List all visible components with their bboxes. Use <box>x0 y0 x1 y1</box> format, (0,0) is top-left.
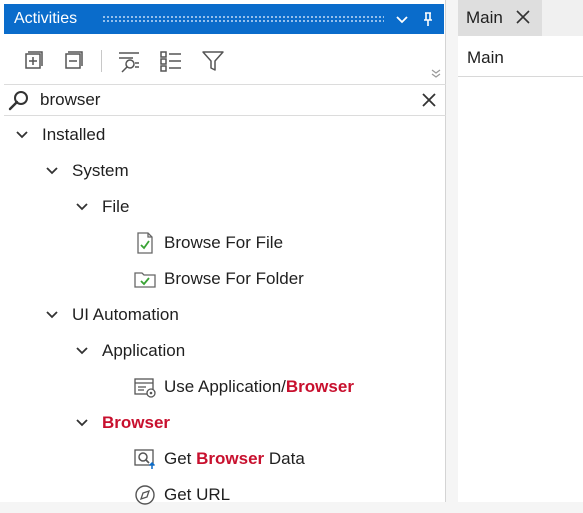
activity-get-url[interactable]: Get URL <box>134 477 230 513</box>
panel-title: Activities <box>14 10 78 27</box>
double-chevron-down-icon[interactable] <box>431 66 441 78</box>
application-window-icon <box>134 378 156 398</box>
search-input[interactable] <box>40 88 410 112</box>
activity-search-bar <box>4 84 446 116</box>
search-icon <box>8 90 30 112</box>
designer-panel: Main Main <box>458 0 583 502</box>
tree-node-installed[interactable]: Installed <box>16 117 105 153</box>
tree-node-label: File <box>102 197 130 216</box>
activities-panel: Activities browser Installed System File… <box>0 0 446 505</box>
file-check-icon <box>137 232 153 254</box>
chevron-down-icon[interactable] <box>394 11 410 27</box>
close-icon[interactable] <box>515 9 531 25</box>
activities-title-bar: Activities <box>4 4 444 34</box>
close-icon[interactable] <box>420 91 438 109</box>
tree-node-label: UI Automation <box>72 305 179 324</box>
activity-label-suffix: Data <box>268 449 305 468</box>
activity-label: Get <box>164 449 192 468</box>
show-favorites-icon[interactable] <box>116 48 142 74</box>
search-match-highlight: Browser <box>196 449 265 468</box>
activity-label: Use Application/ <box>164 377 286 396</box>
tree-node-file[interactable]: File <box>76 189 129 225</box>
activity-browse-for-file[interactable]: Browse For File <box>134 225 283 261</box>
activity-label: Get URL <box>164 485 231 504</box>
browser-data-icon <box>134 449 156 469</box>
chevron-down-icon <box>76 419 88 427</box>
tree-node-label: Installed <box>42 125 106 144</box>
tree-node-ui-automation[interactable]: UI Automation <box>46 297 179 333</box>
collapse-all-icon[interactable] <box>60 48 86 74</box>
drag-grip[interactable] <box>102 15 384 23</box>
chevron-down-icon <box>46 167 58 175</box>
chevron-down-icon <box>76 203 88 211</box>
activity-browse-for-folder[interactable]: Browse For Folder <box>134 261 304 297</box>
activity-get-browser-data[interactable]: Get Browser Data <box>134 441 305 477</box>
tree-node-application[interactable]: Application <box>76 333 185 369</box>
tab-label: Main <box>466 8 503 27</box>
activity-label: Browse For File <box>164 233 284 252</box>
document-tab-strip: Main <box>458 0 583 36</box>
folder-check-icon <box>134 272 156 288</box>
tree-node-system[interactable]: System <box>46 153 129 189</box>
toolbar-separator <box>101 50 102 72</box>
filter-icon[interactable] <box>200 48 226 74</box>
tree-node-label: Application <box>102 341 186 360</box>
chevron-down-icon <box>76 347 88 355</box>
tree-node-label: System <box>72 161 129 180</box>
breadcrumb: Main <box>458 40 583 77</box>
search-match-highlight: Browser <box>285 377 354 396</box>
list-view-icon[interactable] <box>158 48 184 74</box>
tab-main[interactable]: Main <box>458 0 542 36</box>
activity-use-application-browser[interactable]: Use Application/Browser <box>134 369 354 405</box>
activities-toolbar <box>0 44 446 84</box>
tree-node-label: Browser <box>102 413 171 432</box>
activity-label: Browse For Folder <box>164 269 304 288</box>
breadcrumb-item-main[interactable]: Main <box>467 48 504 68</box>
tree-node-browser[interactable]: Browser <box>76 405 170 441</box>
compass-icon <box>135 485 155 505</box>
expand-all-icon[interactable] <box>20 48 46 74</box>
chevron-down-icon <box>46 311 58 319</box>
chevron-down-icon <box>16 131 28 139</box>
pin-icon[interactable] <box>420 11 436 27</box>
